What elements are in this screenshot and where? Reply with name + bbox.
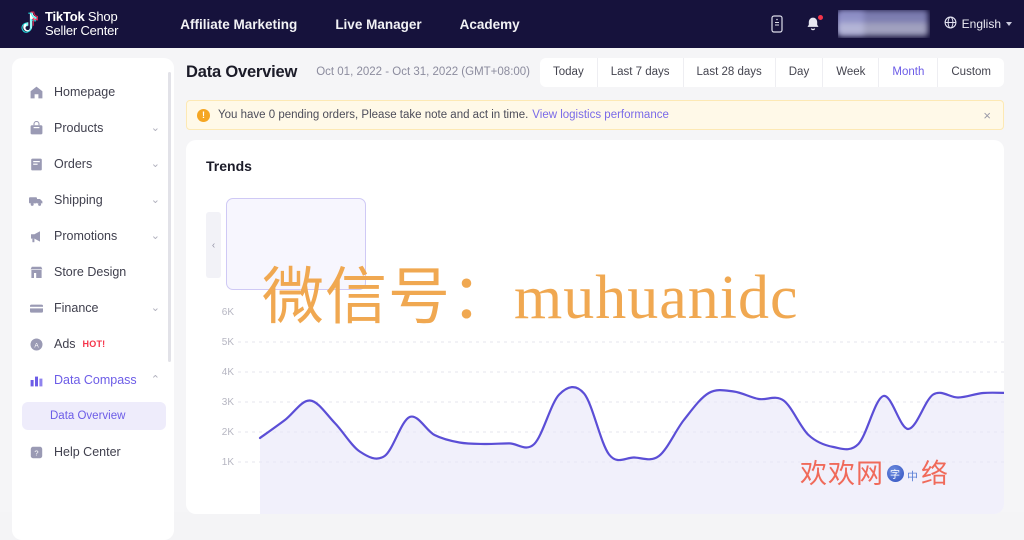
logo-text: TikTok Shop Seller Center — [45, 10, 118, 38]
language-selector[interactable]: English — [944, 16, 1012, 32]
orders-icon — [28, 156, 44, 172]
sidebar-item-finance[interactable]: Finance ⌄ — [12, 290, 174, 326]
sidebar-label-ads: Ads — [54, 337, 76, 351]
truck-icon — [28, 192, 44, 208]
globe-icon — [944, 16, 957, 32]
ads-icon: A — [28, 336, 44, 352]
sidebar-item-homepage[interactable]: Homepage — [12, 74, 174, 110]
chevron-up-icon[interactable]: ⌃ — [151, 374, 160, 386]
filter-month[interactable]: Month — [879, 57, 939, 87]
top-navigation-bar: TikTok Shop Seller Center Affiliate Mark… — [0, 0, 1024, 48]
chart-plot-area — [238, 341, 1004, 514]
y-axis-label-5k: 5K — [221, 337, 234, 348]
filter-custom[interactable]: Custom — [938, 58, 1004, 87]
alert-message: You have 0 pending orders, Please take n… — [218, 109, 529, 121]
chevron-down-icon[interactable]: ⌄ — [151, 302, 160, 314]
notification-badge — [816, 14, 824, 21]
y-axis-label-6k: 6K — [221, 307, 234, 318]
sidebar-label-data-compass: Data Compass — [54, 373, 137, 387]
logo-brand: TikTok — [45, 9, 85, 24]
sidebar-label-promotions: Promotions — [54, 229, 118, 243]
trends-chart: 6K 5K 4K 3K 2K 1K — [186, 307, 1004, 514]
store-icon — [28, 264, 44, 280]
megaphone-icon — [28, 228, 44, 244]
language-label: English — [961, 17, 1001, 31]
chevron-down-icon[interactable]: ⌄ — [151, 158, 160, 170]
chevron-down-icon[interactable]: ⌄ — [151, 194, 160, 206]
sidebar-item-data-overview[interactable]: Data Overview — [22, 402, 166, 430]
sidebar-label-shipping: Shipping — [54, 193, 103, 207]
sidebar-label-orders: Orders — [54, 157, 93, 171]
metric-card-selected[interactable] — [226, 198, 366, 290]
chevron-down-icon[interactable]: ⌄ — [151, 122, 160, 134]
nav-link-affiliate-marketing[interactable]: Affiliate Marketing — [180, 17, 297, 32]
sidebar-label-help-center: Help Center — [54, 445, 121, 459]
filter-last-7-days[interactable]: Last 7 days — [598, 57, 684, 87]
bar-chart-icon — [28, 372, 44, 388]
filter-today[interactable]: Today — [540, 57, 598, 87]
sidebar-scrollbar[interactable] — [168, 72, 171, 362]
sidebar-label-data-overview: Data Overview — [50, 410, 126, 422]
sidebar-label-products: Products — [54, 121, 104, 135]
sidebar-item-products[interactable]: Products ⌄ — [12, 110, 174, 146]
sidebar-item-store-design[interactable]: Store Design — [12, 254, 174, 290]
sidebar-item-ads[interactable]: A Ads HOT! — [12, 326, 174, 362]
sidebar-item-orders[interactable]: Orders ⌄ — [12, 146, 174, 182]
trends-title: Trends — [206, 158, 252, 174]
warning-icon: ! — [197, 108, 210, 122]
header-actions: English — [766, 10, 1012, 38]
chevron-down-icon[interactable]: ⌄ — [151, 230, 160, 242]
sidebar-label-store-design: Store Design — [54, 265, 127, 279]
date-range-display: Oct 01, 2022 - Oct 31, 2022 (GMT+08:00) — [316, 66, 531, 78]
page-title: Data Overview — [186, 62, 298, 81]
sidebar-label-finance: Finance — [54, 301, 99, 315]
filter-week[interactable]: Week — [823, 57, 880, 87]
help-icon: ? — [28, 444, 44, 460]
carousel-prev-button[interactable]: ‹ — [206, 212, 221, 278]
trends-card: Trends ‹ 6K 5K 4K 3K 2K 1K — [186, 140, 1004, 514]
bag-icon — [28, 120, 44, 136]
primary-nav-links: Affiliate Marketing Live Manager Academy — [180, 17, 519, 32]
logo-shop: Shop — [84, 9, 118, 24]
y-axis-label-3k: 3K — [221, 397, 234, 408]
nav-link-academy[interactable]: Academy — [460, 17, 520, 32]
card-icon — [28, 300, 44, 316]
close-icon[interactable]: × — [981, 108, 993, 123]
sidebar-item-help-center[interactable]: ? Help Center — [12, 434, 174, 470]
sidebar: Homepage Products ⌄ Orders ⌄ Shipping ⌄ — [12, 58, 174, 540]
svg-text:A: A — [34, 342, 39, 349]
nav-link-live-manager[interactable]: Live Manager — [335, 17, 421, 32]
logo-seller-center: Seller Center — [45, 23, 119, 38]
view-logistics-performance-link[interactable]: View logistics performance — [532, 109, 669, 121]
sidebar-item-shipping[interactable]: Shipping ⌄ — [12, 182, 174, 218]
main-content: Data Overview Oct 01, 2022 - Oct 31, 202… — [184, 48, 1024, 514]
chevron-down-icon — [1006, 22, 1012, 26]
pending-orders-alert: ! You have 0 pending orders, Please take… — [186, 100, 1004, 130]
y-axis-label-4k: 4K — [221, 367, 234, 378]
y-axis-label-2k: 2K — [221, 427, 234, 438]
y-axis-label-1k: 1K — [221, 457, 234, 468]
logo[interactable]: TikTok Shop Seller Center — [14, 10, 118, 38]
hot-badge: HOT! — [82, 339, 106, 349]
tiktok-note-icon — [14, 11, 39, 37]
mobile-app-icon[interactable] — [766, 13, 788, 35]
sidebar-item-promotions[interactable]: Promotions ⌄ — [12, 218, 174, 254]
page-header: Data Overview Oct 01, 2022 - Oct 31, 202… — [184, 48, 1024, 96]
svg-text:?: ? — [34, 448, 38, 457]
home-icon — [28, 84, 44, 100]
sidebar-item-data-compass[interactable]: Data Compass ⌃ — [12, 362, 174, 398]
sidebar-label-homepage: Homepage — [54, 85, 116, 99]
date-range-filter-group: Today Last 7 days Last 28 days Day Week … — [540, 57, 1004, 87]
user-account-info[interactable] — [837, 10, 930, 38]
body-area: Homepage Products ⌄ Orders ⌄ Shipping ⌄ — [0, 48, 1024, 540]
filter-day[interactable]: Day — [776, 57, 824, 87]
filter-last-28-days[interactable]: Last 28 days — [684, 57, 776, 87]
notification-bell-icon[interactable] — [802, 13, 824, 35]
